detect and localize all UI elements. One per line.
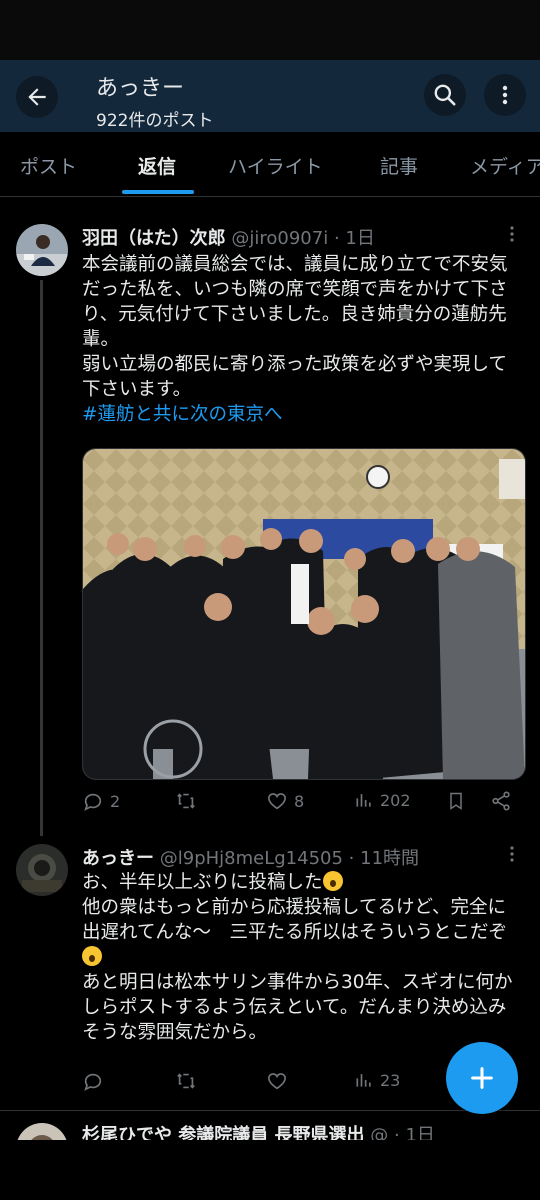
search-button[interactable]: [424, 74, 466, 116]
post-meta: 羽田（はた）次郎 @jiro0907i · 1日: [82, 224, 375, 250]
post-actions: 2 8 202: [82, 790, 524, 822]
view-count: 23: [380, 1070, 401, 1090]
profile-name: あっきー: [96, 76, 185, 101]
post-paragraph: 弱い立場の都民に寄り添った政策を必ずや実現して下さいます。: [82, 354, 507, 400]
hashtag-link[interactable]: #蓮舫と共に次の東京へ: [82, 404, 283, 425]
bookmark-icon: [450, 792, 462, 810]
repost-button[interactable]: [174, 790, 204, 812]
post-more-button[interactable]: [504, 224, 520, 249]
post-meta: 杉尾ひでや 参議院議員 長野県選出 @ · 1日: [82, 1121, 435, 1140]
post-line: 他の衆はもっと前から応援投稿してるけど、完全に出遅れてんな〜 三平たる所以はそう…: [82, 897, 507, 943]
post-count: 922件のポスト: [96, 111, 214, 131]
reply-icon: [84, 1073, 102, 1091]
avatar[interactable]: [16, 224, 68, 276]
repost-button[interactable]: [174, 1070, 204, 1092]
post-time: · 1日: [394, 1125, 435, 1140]
view-count: 202: [380, 790, 411, 810]
active-tab-indicator: [122, 190, 194, 194]
compose-button[interactable]: [446, 1042, 518, 1114]
surprised-face-emoji-icon: [322, 871, 343, 891]
like-button[interactable]: [266, 1070, 294, 1092]
repost-icon: [177, 793, 195, 809]
post-line: お、半年以上ぶりに投稿した: [82, 872, 323, 893]
author-handle[interactable]: @l9pHj8meLg14505: [160, 848, 343, 869]
post-image[interactable]: [82, 448, 526, 780]
more-vertical-icon: [510, 226, 514, 242]
more-options-button[interactable]: [484, 74, 526, 116]
heart-icon: [267, 793, 287, 810]
profile-tabs: ポスト 返信 ハイライト 記事 メディア: [0, 132, 540, 197]
plus-icon: [471, 1067, 493, 1089]
reply-button[interactable]: 2: [82, 790, 120, 812]
post-text: 本会議前の議員総会では、議員に成り立てで不安気だった私を、いつも隣の席で笑顔で声…: [82, 252, 524, 427]
author-handle[interactable]: @jiro0907i: [231, 228, 328, 249]
heart-icon: [267, 1073, 287, 1090]
bookmark-button[interactable]: [446, 790, 466, 812]
author-name[interactable]: あっきー: [82, 848, 154, 869]
status-bar-area: [0, 0, 540, 60]
tab-posts[interactable]: ポスト: [20, 152, 77, 179]
author-name[interactable]: 杉尾ひでや 参議院議員 長野県選出: [82, 1125, 365, 1140]
tab-media[interactable]: メディア: [470, 152, 540, 179]
author-name[interactable]: 羽田（はた）次郎: [82, 228, 226, 249]
more-vertical-icon: [510, 846, 514, 862]
profile-header: あっきー 922件のポスト: [0, 60, 540, 132]
post-line: あと明日は松本サリン事件から30年、スギオに何かしらポストするよう伝えといて。だ…: [82, 972, 513, 1043]
thread-line: [40, 280, 43, 836]
bar-chart-icon: [356, 794, 371, 807]
views-button[interactable]: 202: [354, 790, 411, 810]
avatar[interactable]: [16, 844, 68, 896]
views-button[interactable]: 23: [354, 1070, 400, 1090]
search-icon: [434, 84, 456, 106]
like-count: 8: [294, 791, 305, 811]
post-item[interactable]: 杉尾ひでや 参議院議員 長野県選出 @ · 1日: [0, 1111, 540, 1140]
bar-chart-icon: [356, 1074, 371, 1087]
tab-articles[interactable]: 記事: [380, 152, 418, 179]
post-time: · 1日: [333, 228, 375, 249]
reply-button[interactable]: [82, 1070, 110, 1092]
share-button[interactable]: [490, 790, 512, 812]
share-icon: [492, 791, 510, 811]
post-meta: あっきー @l9pHj8meLg14505 · 11時間: [82, 844, 419, 870]
avatar[interactable]: [16, 1123, 68, 1140]
post-text: お、半年以上ぶりに投稿した 他の衆はもっと前から応援投稿してるけど、完全に出遅れ…: [82, 870, 524, 1045]
tab-highlights[interactable]: ハイライト: [228, 152, 323, 179]
reply-icon: [84, 793, 102, 811]
like-button[interactable]: 8: [266, 790, 304, 812]
more-vertical-icon: [502, 85, 508, 105]
tab-replies[interactable]: 返信: [138, 152, 176, 179]
back-button[interactable]: [16, 76, 58, 118]
post-more-button[interactable]: [504, 844, 520, 869]
author-handle[interactable]: @: [370, 1125, 388, 1140]
post-time: · 11時間: [348, 848, 420, 869]
bottom-area: [0, 1140, 540, 1200]
repost-icon: [177, 1073, 195, 1089]
post-paragraph: 本会議前の議員総会では、議員に成り立てで不安気だった私を、いつも隣の席で笑顔で声…: [82, 254, 508, 350]
back-arrow-icon: [28, 88, 46, 106]
reply-count: 2: [110, 791, 121, 811]
smiling-face-emoji-icon: [82, 946, 102, 966]
